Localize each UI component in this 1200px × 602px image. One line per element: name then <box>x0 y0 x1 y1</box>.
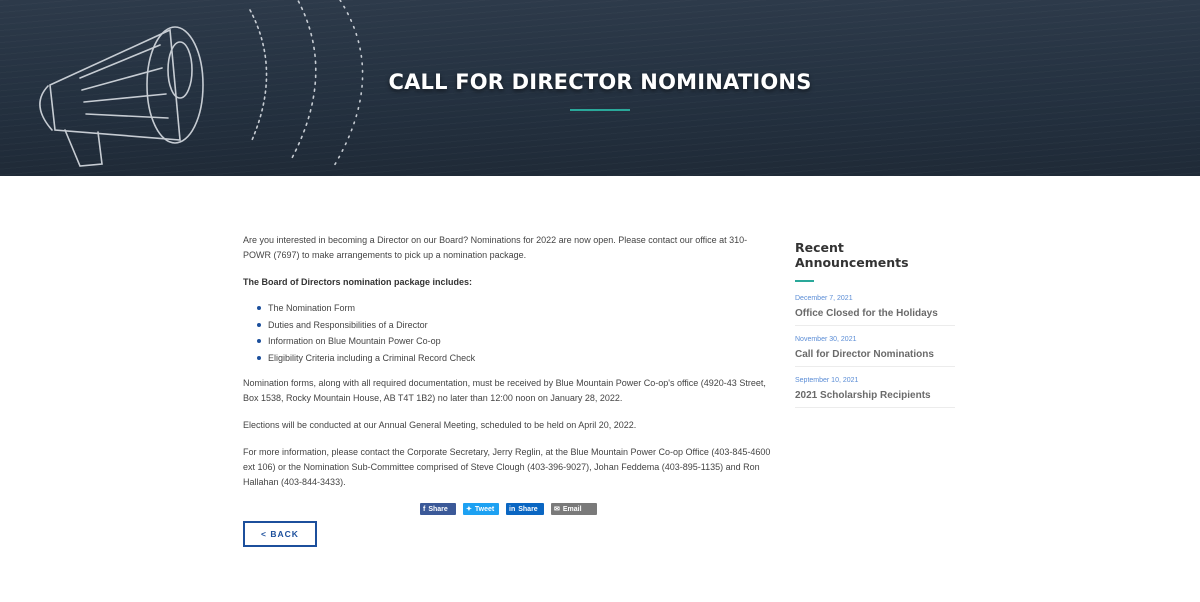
list-item-text: Eligibility Criteria including a Crimina… <box>268 352 476 363</box>
twitter-tweet-label: Tweet <box>474 505 495 513</box>
linkedin-share-button[interactable]: in Share <box>506 503 544 515</box>
list-item: Information on Blue Mountain Power Co-op <box>257 333 773 350</box>
intro-paragraph: Are you interested in becoming a Directo… <box>243 235 748 260</box>
linkedin-icon: in <box>509 505 516 513</box>
facebook-share-button[interactable]: f Share <box>420 503 456 515</box>
announcement-link[interactable]: 2021 Scholarship Recipients <box>795 389 955 402</box>
announcement-item[interactable]: September 10, 2021 2021 Scholarship Reci… <box>795 376 955 408</box>
hero-banner: CALL FOR DIRECTOR NOMINATIONS <box>0 0 1200 176</box>
package-list: The Nomination Form Duties and Responsib… <box>257 300 773 366</box>
announcement-date: November 30, 2021 <box>795 336 857 343</box>
linkedin-share-label: Share <box>518 505 538 513</box>
list-item: The Nomination Form <box>257 300 773 317</box>
package-heading: The Board of Directors nomination packag… <box>243 277 473 287</box>
announcement-link[interactable]: Office Closed for the Holidays <box>795 307 955 320</box>
twitter-icon: ✦ <box>466 506 472 513</box>
share-buttons: f Share ✦ Tweet in Share ✉ Email <box>420 503 597 515</box>
sidebar-heading-underline <box>795 280 814 282</box>
elections-paragraph: Elections will be conducted at our Annua… <box>243 420 637 430</box>
twitter-tweet-button[interactable]: ✦ Tweet <box>463 503 499 515</box>
title-underline <box>570 109 630 111</box>
bullet-icon <box>257 355 261 360</box>
list-item-text: Duties and Responsibilities of a Directo… <box>268 319 428 330</box>
facebook-share-label: Share <box>428 505 448 513</box>
sidebar-heading: Recent Announcements <box>795 240 909 270</box>
contact-paragraph: For more information, please contact the… <box>243 447 771 487</box>
bullet-icon <box>257 322 261 327</box>
article-body: Are you interested in becoming a Directo… <box>243 233 773 502</box>
deadline-paragraph: Nomination forms, along with all require… <box>243 378 766 403</box>
bullet-icon <box>257 306 261 310</box>
page-title: CALL FOR DIRECTOR NOMINATIONS <box>388 70 812 94</box>
bullet-icon <box>257 339 261 343</box>
email-share-button[interactable]: ✉ Email <box>551 503 597 515</box>
facebook-icon: f <box>423 505 426 513</box>
recent-announcements-sidebar: Recent Announcements December 7, 2021 Of… <box>795 240 955 417</box>
announcement-date: December 7, 2021 <box>795 295 853 302</box>
announcement-link[interactable]: Call for Director Nominations <box>795 348 955 361</box>
envelope-icon: ✉ <box>554 506 560 513</box>
list-item: Eligibility Criteria including a Crimina… <box>257 350 773 367</box>
announcement-date: September 10, 2021 <box>795 377 859 384</box>
list-item-text: The Nomination Form <box>268 303 356 313</box>
announcement-item[interactable]: November 30, 2021 Call for Director Nomi… <box>795 335 955 367</box>
back-button[interactable]: < BACK <box>243 521 317 547</box>
email-share-label: Email <box>562 505 582 513</box>
list-item: Duties and Responsibilities of a Directo… <box>257 317 773 334</box>
list-item-text: Information on Blue Mountain Power Co-op <box>268 336 441 346</box>
announcement-item[interactable]: December 7, 2021 Office Closed for the H… <box>795 294 955 326</box>
